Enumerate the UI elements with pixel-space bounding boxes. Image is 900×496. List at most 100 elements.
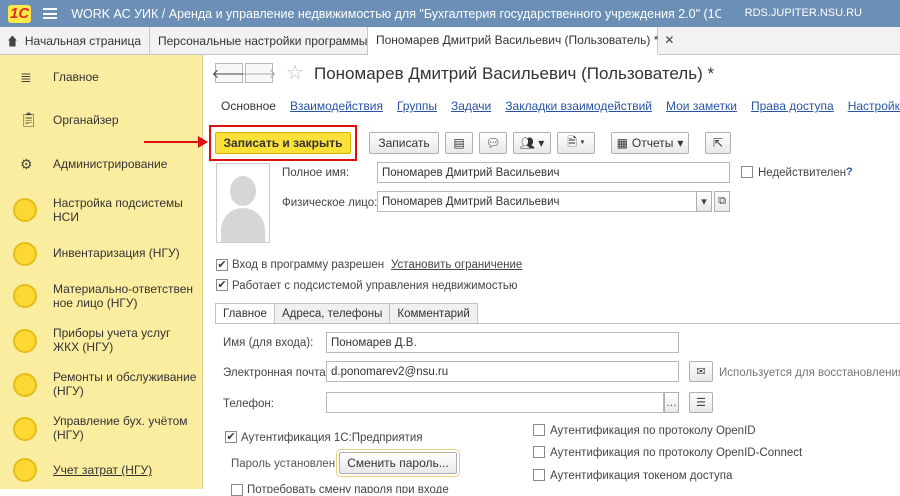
reports-label: Отчеты [631,136,674,150]
nav-link-tasks[interactable]: Задачи [451,99,491,113]
tab-label: Начальная страница [24,34,141,48]
forward-button[interactable]: 🡒 [242,63,276,83]
works-with-subsystem-label: Работает с подсистемой управления недвиж… [232,280,518,292]
section-circle-icon [13,284,37,308]
sidebar-item-repairs[interactable]: Ремонты и обслуживание (НГУ) [0,367,203,401]
full-name-field[interactable]: Пономарев Дмитрий Васильевич [377,162,730,183]
login-name-label: Имя (для входа): [223,337,314,349]
section-circle-icon [13,417,37,441]
users-dropdown-icon[interactable]: 👥︎ ▾ [513,132,551,154]
reports-button[interactable]: ▦ Отчеты ▾ [611,132,689,154]
change-password-button[interactable]: Сменить пароль... [336,449,460,477]
sidebar-item-inventory[interactable]: Инвентаризация (НГУ) [0,237,203,271]
sidebar-item-label: Управление бух. учётом (НГУ) [53,414,188,442]
section-circle-icon [13,329,37,353]
tab-home[interactable]: Начальная страница [0,27,150,55]
nav-link-notes[interactable]: Мои заметки [666,99,737,113]
home-icon [8,35,17,47]
login-name-field[interactable]: Пономарев Д.В. [326,332,679,353]
ellipsis-icon[interactable]: … [664,392,679,413]
close-icon[interactable]: ✕ [664,33,674,47]
form-title: Пономарев Дмитрий Васильевич (Пользовате… [314,64,715,83]
invalid-checkbox[interactable] [741,166,753,178]
list-icon: ≣ [20,68,32,85]
sidebar-item-main[interactable]: ≣ Главное [0,63,203,91]
sidebar-item-label: Учет затрат (НГУ) [53,463,153,477]
tab-user-form[interactable]: Пономарев Дмитрий Васильевич (Пользовате… [368,27,674,55]
chevron-down-icon: ▾ [677,136,684,150]
gear-icon: ⚙ [20,155,33,172]
user-form: 🡐 🡒 ☆ Пономарев Дмитрий Васильевич (Поль… [203,55,900,496]
sidebar-item-responsible-person[interactable]: Материально-ответственное лицо (НГУ) [0,279,203,313]
login-allowed-label: Вход в программу разрешен [232,259,385,271]
help-icon[interactable]: ? [846,166,853,178]
set-restriction-link[interactable]: Установить ограничение [391,259,522,271]
favorite-star-icon[interactable]: ☆ [286,60,304,85]
auth-1c-label: Аутентификация 1С:Предприятия [241,432,423,444]
menu-lines-icon[interactable]: ☰ [689,392,713,413]
user-photo-placeholder[interactable] [216,163,270,243]
sidebar-item-label: Инвентаризация (НГУ) [53,246,180,260]
person-field[interactable]: Пономарев Дмитрий Васильевич [377,191,697,212]
auth-1c-checkbox[interactable] [225,431,237,443]
nav-link-main[interactable]: Основное [221,99,276,113]
avatar-body [221,208,265,242]
auth-openid-connect-label: Аутентификация по протоколу OpenID-Conne… [550,447,803,459]
phone-field[interactable] [326,392,664,413]
open-tabs-bar: Начальная страница Персональные настройк… [0,27,900,55]
inner-tab-comment[interactable]: Комментарий [389,303,478,324]
full-name-label: Полное имя: [282,167,350,179]
auth-token-label: Аутентификация токеном доступа [550,470,733,482]
save-and-close-button[interactable]: Записать и закрыть [215,132,351,154]
auth-openid-checkbox[interactable] [533,424,545,436]
mail-icon[interactable]: ✉ [689,361,713,382]
auth-openid-connect-checkbox[interactable] [533,446,545,458]
section-circle-icon [13,198,37,222]
sidebar-item-organizer[interactable]: 📋︎ Органайзер [0,105,203,133]
inner-tab-addresses[interactable]: Адреса, телефоны [273,303,390,324]
auth-openid-label: Аутентификация по протоколу OpenID [550,425,756,437]
nav-link-access-rights[interactable]: Права доступа [751,99,834,113]
require-change-checkbox[interactable] [231,484,243,496]
document-icon[interactable]: ▤ [445,132,473,154]
sidebar-item-label: Ремонты и обслуживание (НГУ) [53,370,197,398]
back-button[interactable]: 🡐 [212,63,246,83]
sidebar-item-label: Материально-ответственное лицо (НГУ) [53,282,193,310]
inner-tabs: Главное Адреса, телефоны Комментарий [215,303,478,324]
sidebar-item-nsi-settings[interactable]: Настройка подсистемы НСИ [0,193,203,227]
sidebar-item-label: Настройка подсистемы НСИ [53,196,183,224]
sidebar-item-administration[interactable]: ⚙ Администрирование [0,150,203,178]
email-label: Электронная почта: [223,367,329,379]
sidebar-item-costs[interactable]: Учет затрат (НГУ) [0,455,203,489]
avatar-head [230,176,256,206]
sidebar-item-accounting[interactable]: Управление бух. учётом (НГУ) [0,411,203,445]
nav-link-bookmarks[interactable]: Закладки взаимодействий [505,99,652,113]
inner-tab-main[interactable]: Главное [215,303,274,324]
section-circle-icon [13,242,37,266]
email-field[interactable]: d.ponomarev2@nsu.ru [326,361,679,382]
tab-label: Пономарев Дмитрий Васильевич (Пользовате… [376,33,659,47]
server-name: RDS.JUPITER.NSU.RU [744,7,862,19]
login-allowed-checkbox[interactable] [216,259,228,271]
reports-icon: ▦ [616,136,628,150]
phone-label: Телефон: [223,398,274,410]
comment-icon[interactable]: 💬︎ [479,132,507,154]
tab-personal-settings[interactable]: Персональные настройки программы ✕ [150,27,384,55]
works-with-subsystem-checkbox[interactable] [216,279,228,291]
sidebar-item-label: Главное [53,70,99,84]
form-navigation-links: Основное Взаимодействия Группы Задачи За… [221,99,900,113]
nav-link-groups[interactable]: Группы [397,99,437,113]
main-menu-icon[interactable] [43,8,58,19]
sidebar-item-meters[interactable]: Приборы учета услуг ЖКХ (НГУ) [0,323,203,357]
save-button[interactable]: Записать [369,132,439,154]
app-logo: 1С [8,4,32,23]
auth-token-checkbox[interactable] [533,469,545,481]
export-icon[interactable]: ⇱ [705,132,731,154]
nav-link-interactions[interactable]: Взаимодействия [290,99,383,113]
window-title: WORK АС УИК / Аренда и управление недвиж… [71,6,722,21]
nav-link-settings[interactable]: Настройки пол [848,99,900,113]
section-circle-icon [13,458,37,482]
open-link-icon[interactable]: ⧉ [714,191,730,212]
attachments-dropdown-icon[interactable]: 🗎 ▾ [557,132,595,154]
dropdown-arrow-icon[interactable]: ▾ [696,191,712,212]
